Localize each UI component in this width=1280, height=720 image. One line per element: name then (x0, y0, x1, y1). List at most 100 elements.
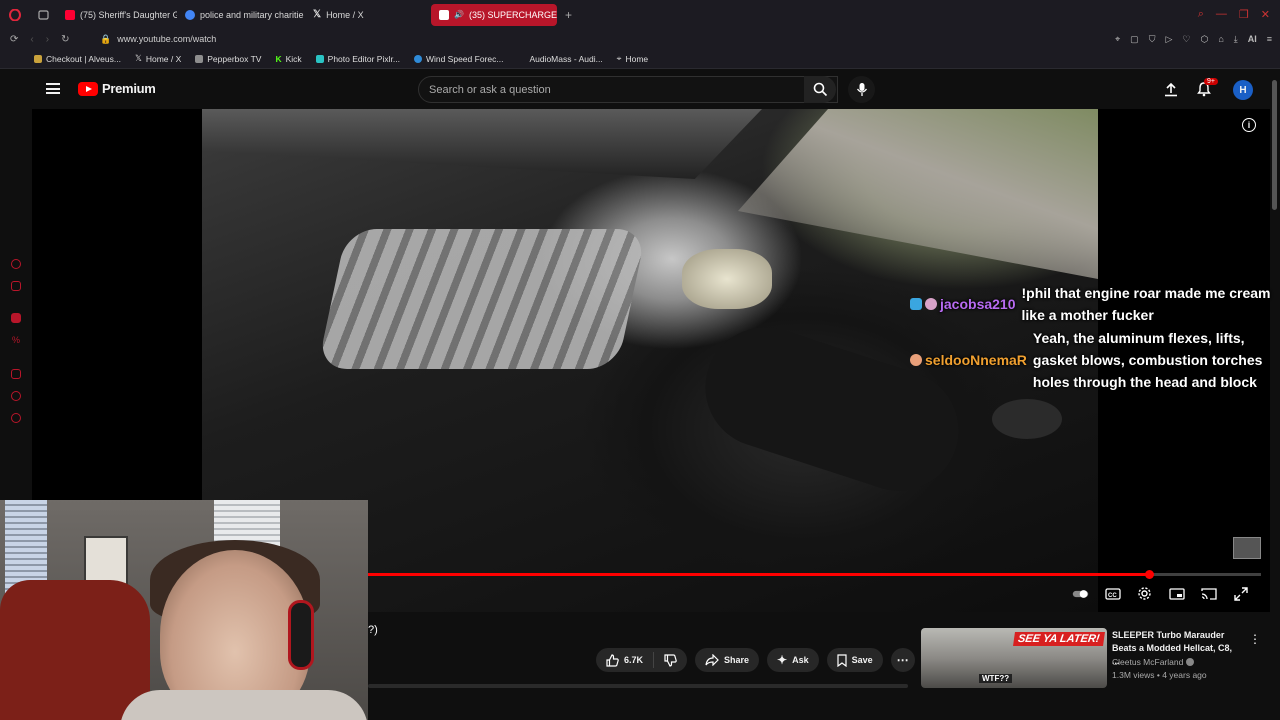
ask-button[interactable]: ✦ Ask (767, 648, 819, 672)
more-actions-button[interactable]: ⋯ (890, 648, 915, 672)
window-controls: ⌕ — ❐ ✕ (1198, 8, 1280, 21)
search-placeholder: Search or ask a question (429, 83, 551, 96)
bookmark-label: Photo Editor Pixlr... (327, 53, 400, 64)
kick-logo-icon: K (275, 53, 282, 64)
tab-youtube-supercharged[interactable]: 🔊 (35) SUPERCHARGED 1 (431, 3, 557, 26)
voice-search-button[interactable] (848, 76, 875, 103)
captions-icon[interactable]: CC (1104, 586, 1121, 601)
bookmark-label: Home (625, 53, 649, 64)
close-window-icon[interactable]: ✕ (1261, 8, 1270, 21)
search-icon (813, 82, 827, 97)
search-button[interactable] (804, 76, 836, 103)
bookmark-audiomass[interactable]: AudioMass - Audi... (529, 54, 602, 64)
share-button[interactable]: Share (695, 648, 760, 672)
bookmark-pixlr[interactable]: Photo Editor Pixlr... (315, 53, 400, 64)
share-arrow-icon (705, 654, 719, 666)
bookmark-x-home[interactable]: 𝕏 Home / X (135, 53, 181, 64)
youtube-favicon-icon (65, 9, 75, 20)
bookmark-pepperbox[interactable]: Pepperbox TV (195, 54, 261, 64)
url-field[interactable]: 🔒 www.youtube.com/watch (100, 34, 216, 45)
x-logo-icon: 𝕏 (313, 9, 322, 20)
shield-icon[interactable]: ⛉ (1149, 34, 1156, 45)
hamburger-menu-icon[interactable] (46, 83, 60, 94)
fullscreen-icon[interactable] (1232, 586, 1249, 601)
video-coolant-cap-shape (992, 399, 1062, 439)
upload-icon[interactable] (1164, 82, 1178, 102)
extensions-icon[interactable]: ⬡ (1200, 34, 1208, 45)
recommended-thumbnail[interactable]: SEE YA LATER! WTF?? (921, 628, 1107, 688)
chat-text: !phil that engine roar made me cream lik… (1021, 285, 1271, 323)
sidebar-messenger-icon[interactable] (11, 281, 21, 291)
sidebar-percent-icon[interactable]: % (12, 335, 22, 345)
opera-menu-icon[interactable] (0, 8, 30, 21)
channel-name: Cleetus McFarland (1112, 657, 1184, 667)
more-vertical-icon[interactable]: ⋮ (1249, 632, 1261, 646)
sidebar-history-icon[interactable] (11, 391, 21, 401)
bookmark-home[interactable]: ⌖ Home (617, 53, 648, 64)
chat-badge-icon (910, 298, 922, 310)
settings-gear-icon[interactable] (1136, 586, 1153, 601)
tab-label: police and military charitie (200, 9, 304, 20)
sidebar-settings-icon[interactable] (11, 413, 21, 423)
aria-ai-icon[interactable]: AI (1248, 34, 1257, 45)
play-icon[interactable]: ▷ (1165, 34, 1172, 45)
snapshot-icon[interactable]: ▢ (1130, 34, 1139, 45)
dislike-button[interactable] (654, 648, 687, 672)
bookmark-label: Kick (285, 53, 302, 64)
cast-icon[interactable] (1200, 586, 1217, 601)
url-text: www.youtube.com/watch (117, 34, 217, 44)
back-icon[interactable]: ‹ (30, 34, 33, 45)
chat-username-text: seldooNnemaR (925, 352, 1027, 368)
maximize-icon[interactable]: ❐ (1239, 8, 1249, 21)
download-icon[interactable]: ⤓ (1234, 34, 1238, 45)
wallet-icon[interactable]: ⌂ (1218, 34, 1223, 45)
tab-google-charities[interactable]: police and military charitie (177, 4, 305, 26)
bookmark-favicon-icon (315, 54, 324, 63)
address-bar-icons: ⌖ ▢ ⛉ ▷ ♡ ⬡ ⌂ ⤓ AI ≡ (1115, 34, 1280, 45)
bookmark-kick[interactable]: K Kick (275, 54, 301, 64)
video-reservoir-shape (682, 249, 772, 309)
progress-bar-played (368, 573, 1150, 576)
miniplayer-icon[interactable] (1168, 586, 1185, 601)
chat-username: seldooNnemaR (910, 327, 1027, 393)
recommended-video[interactable]: SEE YA LATER! WTF?? SLEEPER Turbo Maraud… (921, 628, 1261, 688)
heart-icon[interactable]: ♡ (1182, 34, 1190, 45)
reload-icon[interactable]: ⟳ (10, 34, 18, 45)
like-button[interactable]: 6.7K (596, 648, 653, 672)
progress-bar[interactable] (368, 570, 1261, 579)
webcam-person-shirt (120, 690, 368, 720)
bookmark-alveus[interactable]: Checkout | Alveus... (34, 54, 121, 64)
save-button[interactable]: Save (826, 648, 883, 672)
forward-icon[interactable]: › (46, 34, 49, 45)
recommended-channel[interactable]: Cleetus McFarland (1112, 657, 1195, 667)
youtube-logo[interactable]: Premium (78, 81, 156, 96)
minimize-icon[interactable]: — (1216, 8, 1227, 21)
avatar[interactable]: H (1233, 80, 1253, 100)
tab-youtube-sheriff[interactable]: (75) Sheriff's Daughter Giv (57, 4, 177, 26)
plus-icon: + (565, 7, 573, 22)
refresh-icon[interactable]: ↻ (61, 34, 69, 45)
chat-emote-icon (910, 354, 922, 366)
video-supercharger-shape (317, 229, 647, 369)
new-tab-button[interactable]: + (557, 4, 580, 26)
ask-label: Ask (792, 655, 809, 665)
search-tabs-icon[interactable]: ⌕ (1198, 8, 1204, 21)
autoplay-toggle-icon[interactable] (1072, 586, 1089, 601)
end-screen-thumbnail[interactable] (1233, 537, 1261, 559)
tab-x-home[interactable]: 𝕏 Home / X (305, 4, 425, 26)
chat-text: Yeah, the aluminum flexes, lifts, gasket… (1032, 330, 1263, 390)
search-input[interactable]: Search or ask a question (418, 76, 838, 103)
info-icon[interactable]: i (1242, 118, 1256, 132)
pin-icon[interactable]: ⌖ (1115, 34, 1120, 45)
tab-group-icon[interactable] (30, 4, 57, 26)
sidebar-twitch-icon[interactable] (11, 313, 21, 323)
share-label: Share (724, 655, 750, 665)
thumbnail-headline: SEE YA LATER! (1012, 632, 1104, 646)
menu-icon[interactable]: ≡ (1267, 34, 1272, 45)
sidebar-notes-icon[interactable] (11, 369, 21, 379)
bookmark-wind-speed[interactable]: Wind Speed Forec... (413, 54, 503, 64)
description-scroll-edge (368, 684, 908, 688)
page-scrollbar[interactable] (1272, 80, 1277, 210)
sidebar-refresh-icon[interactable] (11, 259, 21, 269)
bookmark-label: Pepperbox TV (207, 53, 262, 64)
